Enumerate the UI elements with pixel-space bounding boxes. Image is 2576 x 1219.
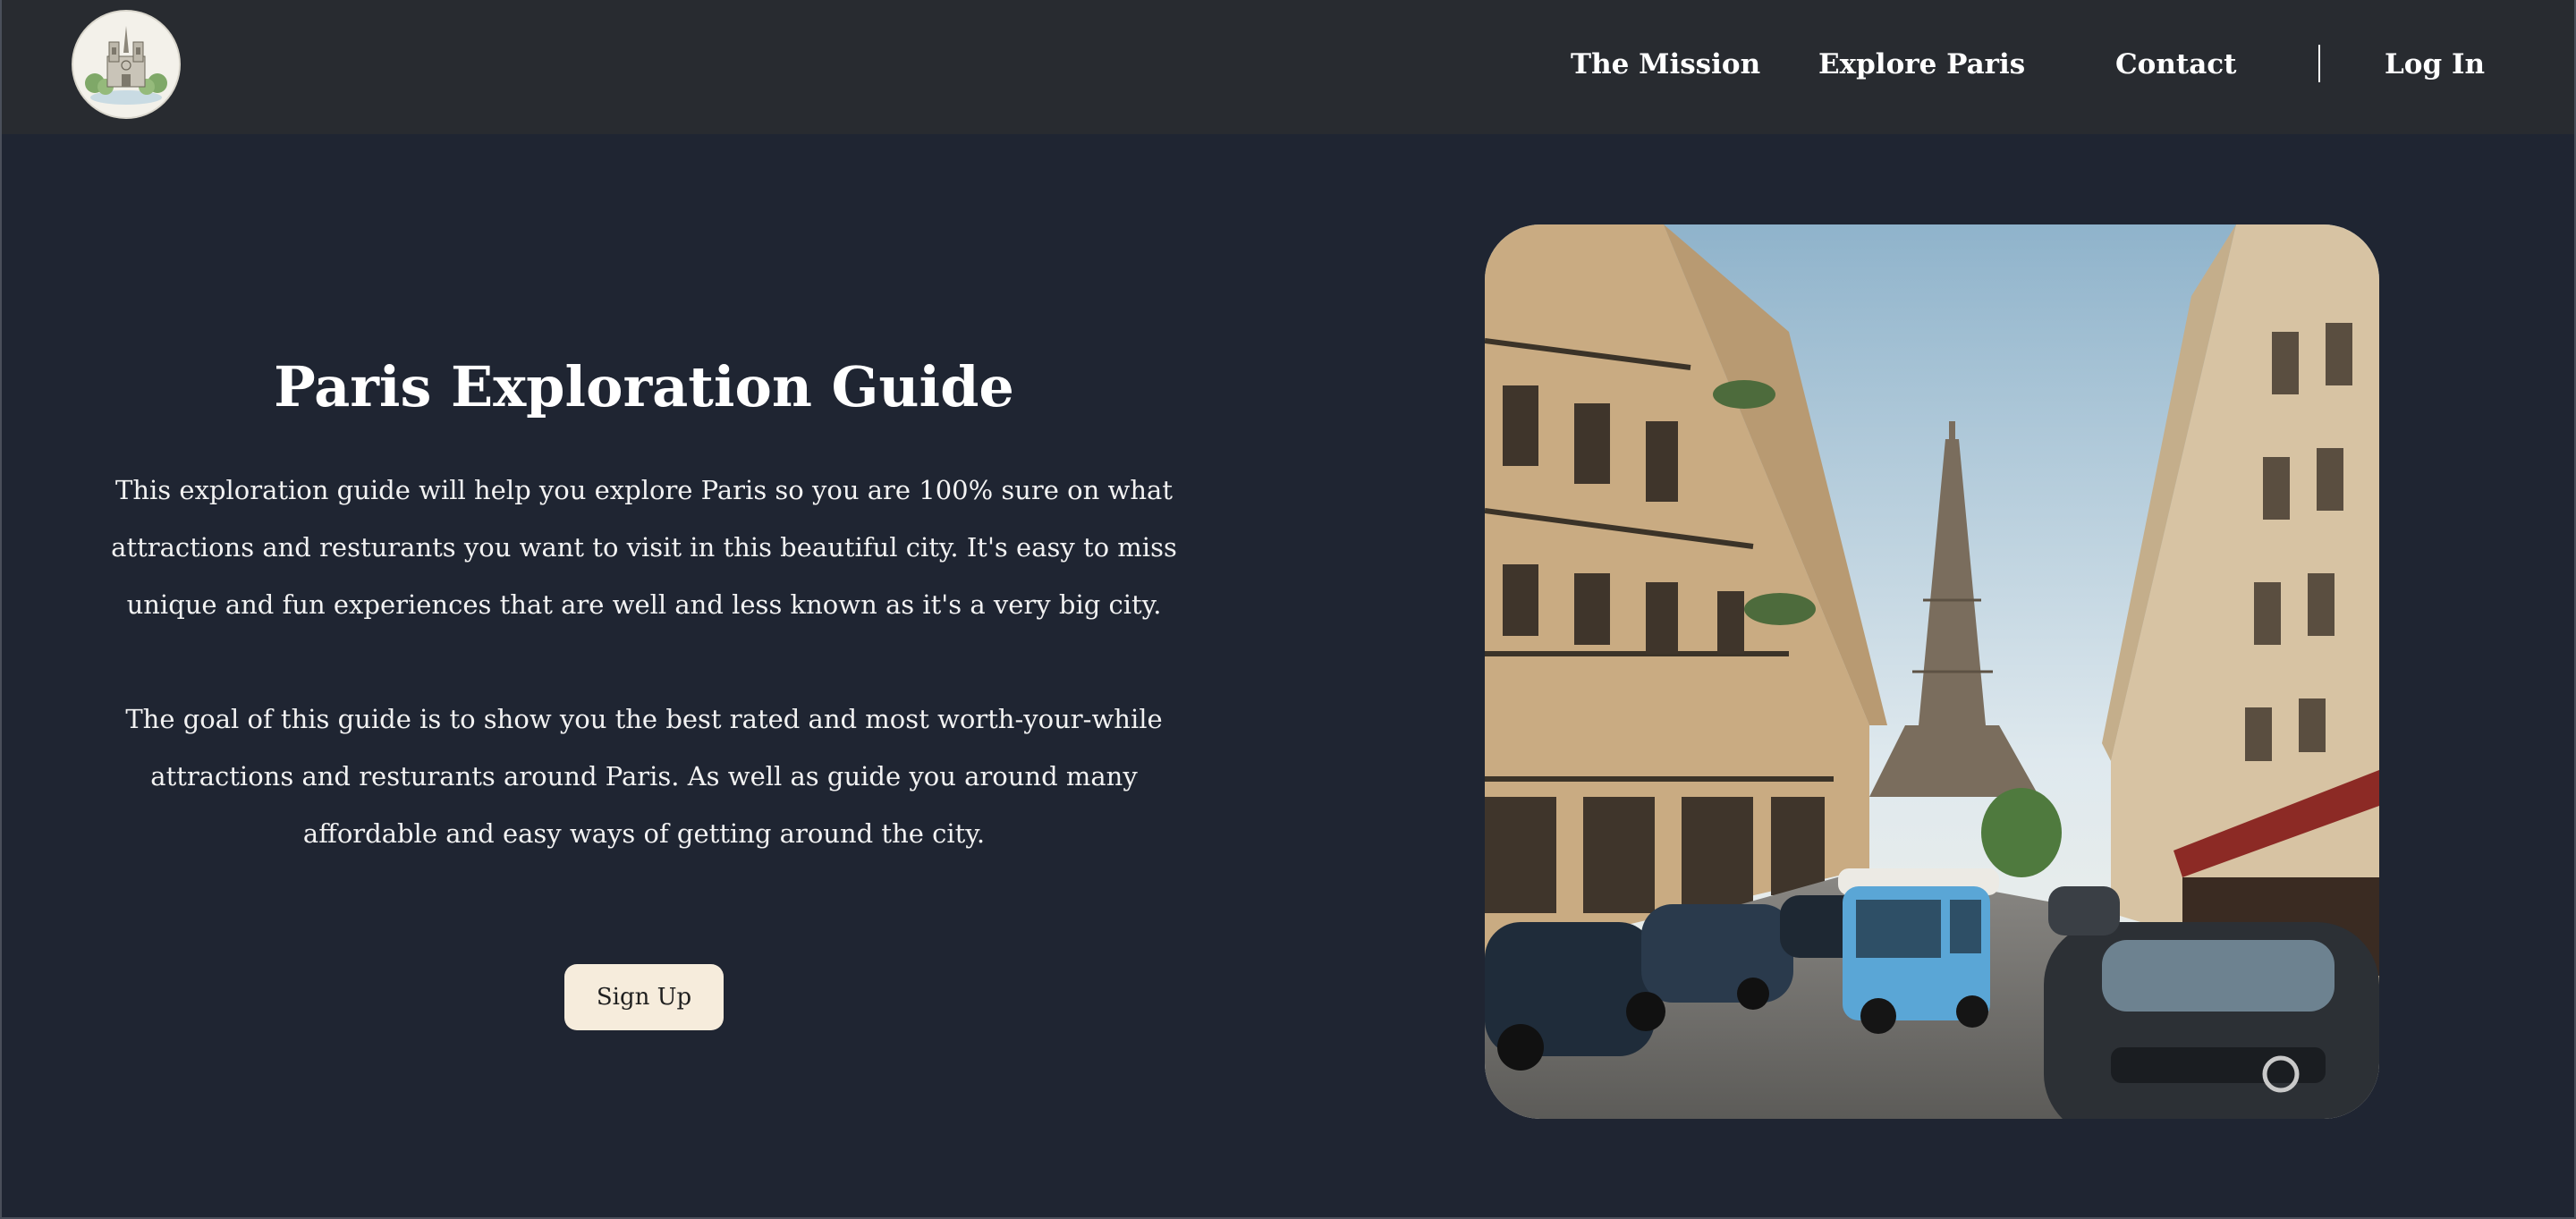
notre-dame-illustration-icon <box>73 12 179 117</box>
paris-street-photo <box>1485 224 2379 1119</box>
nav-link-contact[interactable]: Contact <box>2115 39 2237 89</box>
site-logo-icon[interactable] <box>72 10 181 119</box>
hero-goal-paragraph: The goal of this guide is to show you th… <box>125 704 1163 849</box>
nav-divider <box>2318 45 2320 82</box>
nav-link-the-mission[interactable]: The Mission <box>1571 39 1760 89</box>
top-navigation-bar: The Mission Explore Paris Contact Log In <box>0 0 2576 134</box>
hero-intro-paragraph: This exploration guide will help you exp… <box>111 475 1177 620</box>
nav-link-explore-paris[interactable]: Explore Paris <box>1818 39 2025 89</box>
hero-title: Paris Exploration Guide <box>274 354 1014 419</box>
nav-link-log-in[interactable]: Log In <box>2385 39 2485 89</box>
paris-street-eiffel-tower-photo-icon <box>1485 224 2379 1119</box>
sign-up-button[interactable]: Sign Up <box>564 964 724 1030</box>
